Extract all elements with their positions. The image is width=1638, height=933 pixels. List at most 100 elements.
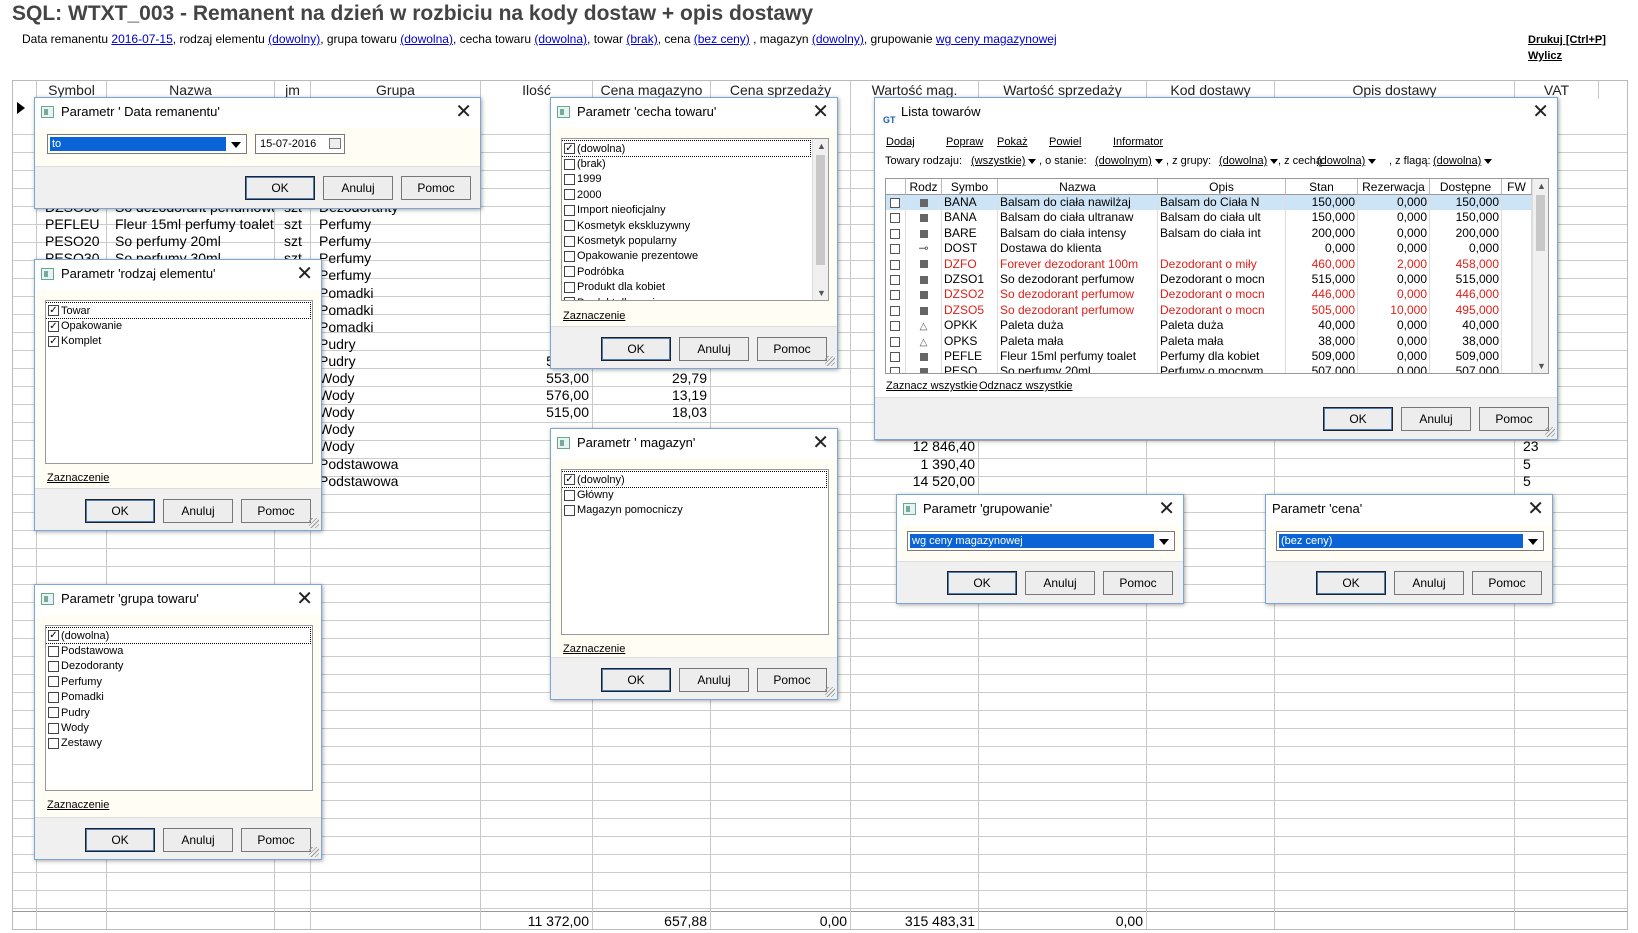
show-button[interactable]: Pokaż (997, 136, 1028, 148)
grid-cell-grupa[interactable]: Wody (319, 387, 481, 404)
checkbox[interactable] (48, 737, 59, 749)
grid-cell-grupa[interactable]: Wody (319, 404, 481, 421)
checkbox[interactable] (48, 722, 59, 734)
grid-cell-grupa[interactable]: Pomadki (319, 285, 481, 302)
resize-grip[interactable] (1545, 427, 1555, 437)
product-row[interactable]: △ OPKS Paleta mała Paleta mała 38,000 0,000 38… (886, 333, 1534, 349)
row-check-cell[interactable] (886, 210, 906, 226)
product-row[interactable]: DZSO2 So dezodorant perfumow Dezodorant o … (886, 287, 1534, 303)
select-all-link[interactable]: Zaznacz wszystkie (886, 380, 978, 392)
product-row[interactable]: △ OPKK Paleta duża Paleta duża 40,000 0,000 40… (886, 318, 1534, 334)
checkbox[interactable] (564, 158, 575, 170)
checkbox[interactable] (564, 489, 575, 501)
grid-cell-grupa[interactable]: Podstawowa (319, 473, 481, 490)
row-check-cell[interactable] (886, 241, 906, 257)
list-item[interactable]: Dezodoranty (46, 659, 312, 674)
product-row[interactable]: DZSO1 So dezodorant perfumow Dezodorant o … (886, 272, 1534, 288)
ok-button[interactable]: OK (1316, 571, 1386, 595)
product-row[interactable]: BARE Balsam do ciała intensy Balsam do cia… (886, 225, 1534, 242)
checkbox[interactable] (564, 235, 575, 247)
product-group-list[interactable]: ✓ (dowolna) Podstawowa Dezodoranty Perfumy Po… (45, 625, 313, 791)
param-link[interactable]: wg ceny magazynowej (936, 32, 1057, 46)
row-checkbox[interactable] (890, 244, 900, 255)
selection-link[interactable]: Zaznaczenie (563, 643, 625, 655)
checkbox[interactable] (564, 173, 575, 185)
grid-cell-grupa[interactable]: Pomadki (319, 302, 481, 319)
row-check-cell[interactable] (886, 256, 906, 272)
list-item[interactable]: ✓ (dowolna) (562, 139, 811, 158)
grid-cell-grupa[interactable]: Podstawowa (319, 456, 481, 473)
checkbox[interactable] (564, 266, 575, 278)
param-link[interactable]: (dowolna) (534, 32, 587, 46)
row-check-cell[interactable] (886, 364, 906, 373)
ok-button[interactable]: OK (85, 828, 155, 852)
scroll-thumb[interactable] (816, 155, 825, 265)
help-button[interactable]: Pomoc (1472, 571, 1542, 595)
selection-link[interactable]: Zaznaczenie (47, 472, 109, 484)
row-checkbox[interactable] (890, 275, 900, 285)
product-row[interactable]: PESO So perfumy 20ml Perfumy o mocnym 507,0… (886, 364, 1534, 373)
cancel-button[interactable]: Anuluj (163, 828, 233, 852)
row-checkbox[interactable] (890, 259, 900, 270)
help-button[interactable]: Pomoc (241, 499, 311, 523)
list-item[interactable]: 1999 (562, 172, 810, 187)
cancel-button[interactable]: Anuluj (1025, 571, 1095, 595)
grid-cell-grupa[interactable]: Perfumy (319, 250, 481, 267)
row-check-cell[interactable] (886, 333, 906, 349)
grid-cell-grupa[interactable]: Perfumy (319, 216, 481, 233)
grid-cell-grupa[interactable]: Pomadki (319, 319, 481, 336)
close-icon[interactable]: ✕ (812, 432, 829, 454)
column-header[interactable]: Stan (1286, 179, 1358, 195)
list-item[interactable]: Produkt dla kobiet (562, 280, 810, 295)
list-item[interactable]: Pomadki (46, 690, 312, 705)
grid-cell-vat[interactable]: 5 (1523, 473, 1599, 490)
product-row[interactable]: DZSO5 So dezodorant perfumow Dezodorant o … (886, 302, 1534, 319)
ok-button[interactable]: OK (947, 571, 1017, 595)
grid-cell-wartosc[interactable]: 1 390,40 (853, 456, 976, 473)
list-item[interactable]: Główny (562, 487, 828, 502)
calendar-icon[interactable] (329, 138, 341, 149)
grid-cell-ilosc[interactable]: 576,00 (483, 387, 589, 404)
cancel-button[interactable]: Anuluj (1394, 571, 1464, 595)
resize-grip[interactable] (309, 847, 319, 857)
grid-cell-jm[interactable]: szt (275, 233, 311, 250)
ok-button[interactable]: OK (85, 499, 155, 523)
checkbox[interactable] (564, 204, 575, 216)
checkbox[interactable] (48, 691, 59, 703)
grid-cell-grupa[interactable]: Pudry (319, 353, 481, 370)
product-row[interactable]: BANA Balsam do ciała ultranaw Balsam do ci… (886, 210, 1534, 226)
checked-checkbox[interactable]: ✓ (564, 474, 575, 486)
cancel-button[interactable]: Anuluj (323, 176, 393, 200)
product-row[interactable]: DZFO Forever dezodorant 100m Dezodorant o … (886, 256, 1534, 272)
filter-grupa[interactable]: (dowolna) (1219, 155, 1279, 167)
list-item[interactable]: Magazyn pomocniczy (562, 503, 828, 518)
column-header[interactable]: Nazwa (998, 179, 1158, 195)
row-checkbox[interactable] (890, 228, 900, 239)
list-item[interactable]: Zestawy (46, 736, 312, 751)
list-item[interactable]: ✓ Towar (46, 301, 311, 320)
ok-button[interactable]: OK (245, 176, 315, 200)
grouping-combo[interactable]: wg ceny magazynowej (907, 531, 1175, 551)
cancel-button[interactable]: Anuluj (679, 668, 749, 692)
column-header[interactable]: Dostępne (1430, 179, 1502, 195)
param-link[interactable]: (dowolna) (400, 32, 453, 46)
row-check-cell[interactable] (886, 287, 906, 303)
column-header[interactable]: Rodz (906, 179, 942, 195)
grid-cell-vat[interactable]: 5 (1523, 456, 1599, 473)
selection-link[interactable]: Zaznaczenie (563, 310, 625, 322)
ok-button[interactable]: OK (601, 337, 671, 361)
grid-cell-jm[interactable]: szt (275, 216, 311, 233)
checked-checkbox[interactable]: ✓ (564, 143, 575, 155)
duplicate-button[interactable]: Powiel (1049, 136, 1081, 148)
param-link[interactable]: (bez ceny) (694, 32, 750, 46)
checkbox[interactable] (48, 707, 59, 719)
list-item[interactable]: 2000 (562, 187, 810, 202)
checkbox[interactable] (564, 297, 575, 300)
grid-cell-nazwa[interactable]: So perfumy 20ml (115, 233, 275, 250)
param-link[interactable]: (dowolny) (812, 32, 864, 46)
grid-cell-symbol[interactable]: PEFLEU (45, 216, 107, 233)
element-type-list[interactable]: ✓ Towar ✓ Opakowanie ✓ Komplet (45, 300, 313, 464)
print-link[interactable]: Drukuj [Ctrl+P] (1528, 32, 1606, 48)
checkbox[interactable] (48, 676, 59, 688)
checked-checkbox[interactable]: ✓ (48, 335, 59, 347)
